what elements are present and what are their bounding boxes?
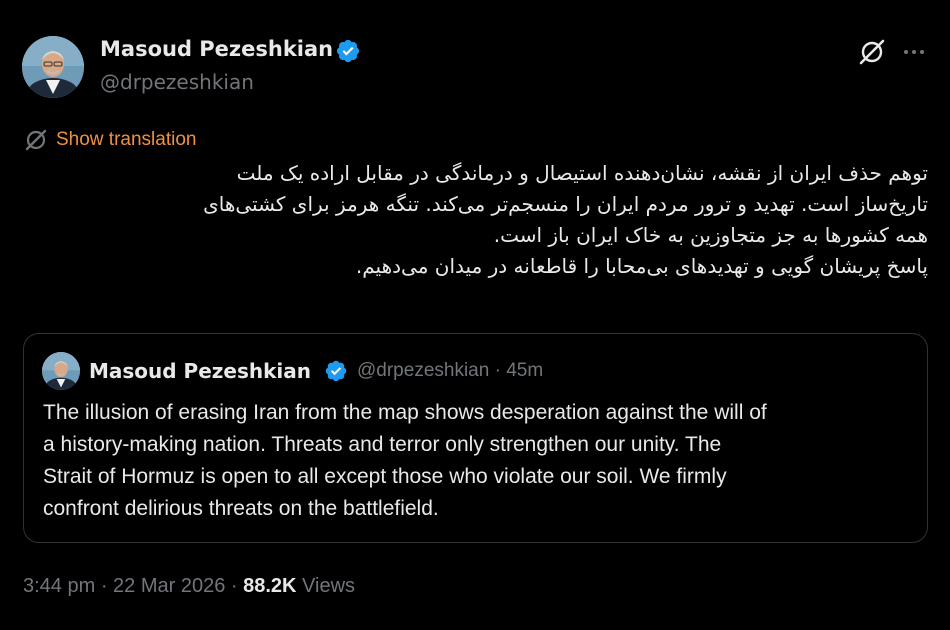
post-text-line: توهم حذف ایران از نقشه، نشان‌دهنده استیص… [236, 161, 928, 185]
author-name[interactable]: Masoud Pezeshkian [100, 37, 333, 61]
quoted-post[interactable]: Masoud Pezeshkian @drpezeshkian · 45m Th… [23, 333, 928, 543]
more-options-icon[interactable] [900, 38, 928, 66]
post-text: توهم حذف ایران از نقشه، نشان‌دهنده استیص… [24, 158, 928, 282]
post-meta: 3:44 pm · 22 Mar 2026 · 88.2K Views [23, 575, 355, 598]
quoted-post-text: The illusion of erasing Iran from the ma… [43, 397, 913, 525]
views-label: Views [296, 575, 356, 597]
quoted-text-line: a history-making nation. Threats and ter… [43, 433, 722, 456]
post-text-line: همه کشورها به جز متجاوزین به خاک ایران ب… [493, 223, 928, 247]
views-count: 88.2K [243, 575, 297, 597]
translate-icon [25, 129, 47, 151]
post-timestamp[interactable]: 3:44 pm · 22 Mar 2026 · [23, 575, 243, 597]
post-text-line: تاریخ‌ساز است. تهدید و ترور مردم ایران ر… [203, 192, 928, 216]
quoted-text-line: The illusion of erasing Iran from the ma… [43, 401, 767, 424]
grok-icon[interactable] [858, 38, 886, 66]
verified-badge-icon [335, 38, 361, 64]
show-translation-label: Show translation [56, 129, 197, 150]
quoted-author-avatar[interactable] [42, 352, 80, 390]
author-avatar[interactable] [22, 36, 84, 98]
quoted-handle-time: @drpezeshkian · 45m [357, 360, 544, 381]
author-handle[interactable]: @drpezeshkian [100, 70, 254, 94]
quoted-text-line: confront delirious threats on the battle… [43, 497, 439, 520]
post-text-line: پاسخ پریشان گویی و تهدیدهای بی‌محابا را … [355, 254, 928, 278]
quoted-author-name[interactable]: Masoud Pezeshkian [89, 359, 311, 383]
quoted-text-line: Strait of Hormuz is open to all except t… [43, 465, 727, 488]
show-translation-link[interactable]: Show translation [24, 127, 196, 153]
verified-badge-icon [324, 359, 348, 383]
